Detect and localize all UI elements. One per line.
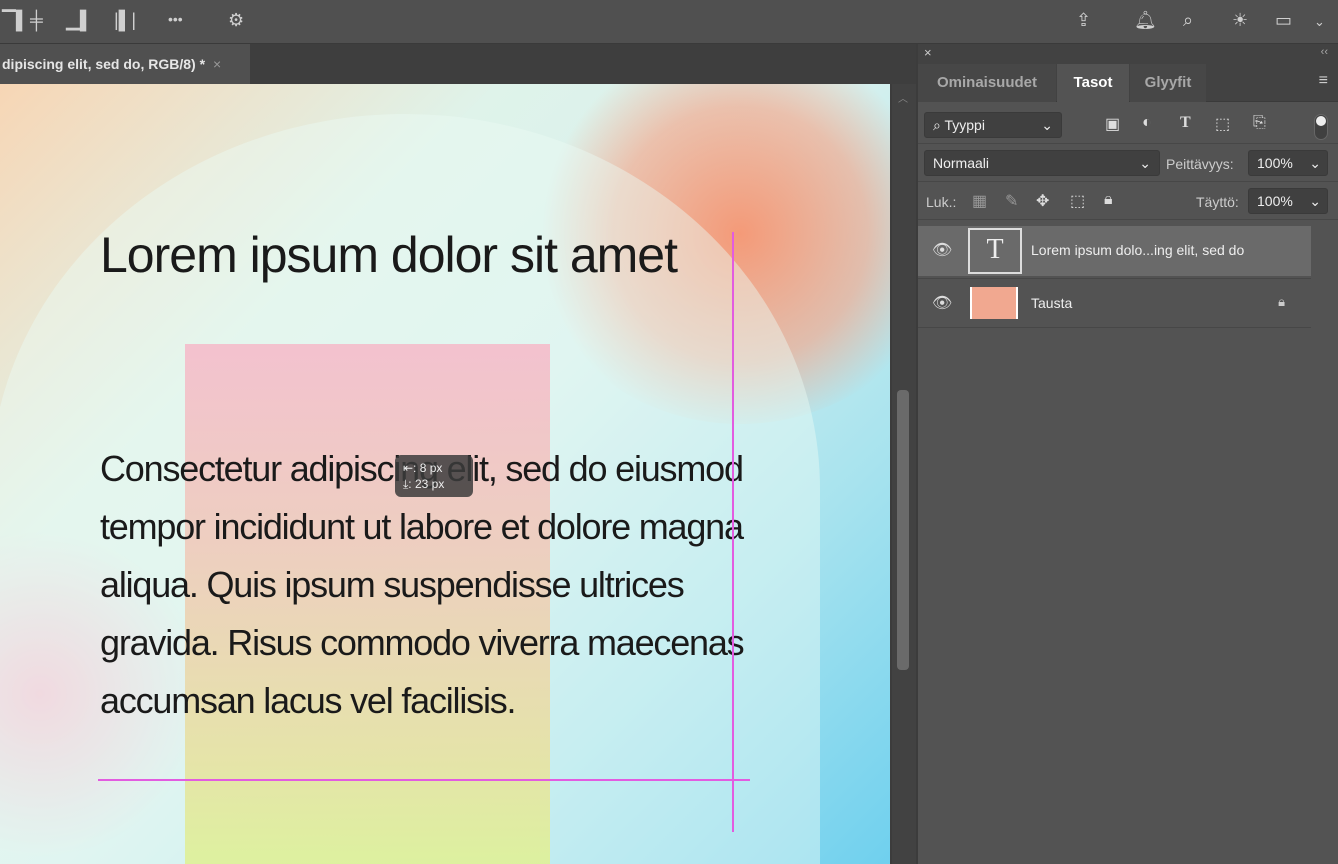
chevron-down-icon[interactable]: ⌄ <box>1314 14 1325 30</box>
filter-value: Tyyppi <box>944 117 984 133</box>
close-panel-button[interactable]: × <box>924 45 932 60</box>
document-canvas[interactable]: Lorem ipsum dolor sit amet Consectetur a… <box>0 84 890 864</box>
chevron-down-icon: ⌄ <box>1041 113 1053 137</box>
chevron-down-icon: ⌄ <box>1139 151 1151 175</box>
fill-input[interactable]: 100% ⌄ <box>1248 188 1328 214</box>
lock-label: Luk.: <box>926 194 956 210</box>
shape-layer-filter-icon[interactable]: ⬚ <box>1215 114 1230 134</box>
tab-properties[interactable]: Ominaisuudet <box>918 64 1056 102</box>
align-bottom-icon[interactable]: ▁▌ <box>66 10 93 31</box>
layer-row-background[interactable]: 👁︎ Tausta 🔒︎ <box>918 278 1311 328</box>
scroll-up-icon[interactable]: ︿ <box>898 90 908 105</box>
smart-guide-horizontal <box>98 779 750 781</box>
document-tab[interactable]: dipiscing elit, sed do, RGB/8) * × <box>0 44 250 84</box>
align-top-icon[interactable]: ▔▌ <box>2 10 29 31</box>
blend-mode-value: Normaali <box>933 155 989 171</box>
smart-guide-vertical <box>732 232 734 832</box>
measure-vertical: ⤓: 23 px <box>403 476 465 492</box>
document-tab-title: dipiscing elit, sed do, RGB/8) * <box>2 56 205 72</box>
workspace-icon[interactable]: ▭ <box>1275 10 1292 31</box>
panel-menu-icon[interactable]: ≡ <box>1319 72 1328 90</box>
collapse-panel-button[interactable]: ‹‹ <box>1321 46 1328 58</box>
fill-value: 100% <box>1257 193 1293 209</box>
layer-filter-select[interactable]: ⌕ Tyyppi ⌄ <box>924 112 1062 138</box>
more-options-button[interactable]: ••• <box>168 11 183 27</box>
adjustment-layer-filter-icon[interactable]: ◐ <box>1142 114 1152 132</box>
options-bar: ▔▌ ╪ ▁▌ |▌| ••• ⚙ ⇪ 🔔︎ ⌕ ☀ ▭ ⌄ <box>0 0 1338 44</box>
document-tab-bar: dipiscing elit, sed do, RGB/8) * × <box>0 44 916 84</box>
type-layer-filter-icon[interactable]: T <box>1180 114 1191 132</box>
layer-name[interactable]: Lorem ipsum dolo...ing elit, sed do <box>1031 242 1244 258</box>
lightbulb-icon[interactable]: ☀ <box>1232 10 1248 31</box>
headline-text[interactable]: Lorem ipsum dolor sit amet <box>100 224 720 286</box>
layer-thumbnail: T <box>968 228 1022 274</box>
chevron-down-icon[interactable]: ⌄ <box>1309 151 1321 175</box>
opacity-input[interactable]: 100% ⌄ <box>1248 150 1328 176</box>
gear-icon[interactable]: ⚙ <box>228 10 244 31</box>
layers-panel: × ‹‹ Ominaisuudet Tasot Glyyfit ≡ ⌕ Tyyp… <box>918 44 1338 864</box>
lock-image-pixels-icon[interactable]: ✎ <box>1005 191 1018 211</box>
pixel-layer-filter-icon[interactable]: ▣ <box>1105 114 1120 134</box>
opacity-label: Peittävyys: <box>1166 156 1234 172</box>
chevron-down-icon[interactable]: ⌄ <box>1309 189 1321 213</box>
lock-transparency-icon[interactable]: ▦ <box>972 191 987 211</box>
layer-row-text[interactable]: 👁︎ T Lorem ipsum dolo...ing elit, sed do <box>918 226 1311 276</box>
opacity-value: 100% <box>1257 155 1293 171</box>
lock-icon: 🔒︎ <box>1278 294 1285 310</box>
filter-toggle[interactable] <box>1314 114 1328 140</box>
visibility-eye-icon[interactable]: 👁︎ <box>932 293 952 313</box>
share-icon[interactable]: ⇪ <box>1076 10 1091 31</box>
distribute-icon[interactable]: |▌| <box>114 10 136 31</box>
lock-all-icon[interactable]: 🔒︎ <box>1104 191 1113 209</box>
search-icon[interactable]: ⌕ <box>1183 10 1193 31</box>
tab-glyphs[interactable]: Glyyfit <box>1130 64 1206 102</box>
close-tab-button[interactable]: × <box>213 56 221 72</box>
measure-horizontal: ⇤: 8 px <box>403 460 465 476</box>
layer-thumbnail <box>970 287 1018 319</box>
vertical-scrollbar[interactable]: ︿ <box>892 84 916 864</box>
fill-label: Täyttö: <box>1196 194 1239 210</box>
lock-artboard-icon[interactable]: ⬚ <box>1070 191 1085 211</box>
tab-layers[interactable]: Tasot <box>1057 64 1129 102</box>
bell-icon[interactable]: 🔔︎ <box>1134 10 1157 31</box>
blend-mode-select[interactable]: Normaali ⌄ <box>924 150 1160 176</box>
align-vertical-center-icon[interactable]: ╪ <box>30 10 43 31</box>
lock-position-icon[interactable]: ✥ <box>1036 191 1049 211</box>
visibility-eye-icon[interactable]: 👁︎ <box>932 240 952 260</box>
search-icon: ⌕ <box>933 117 941 133</box>
smart-object-filter-icon[interactable]: ⎘ <box>1253 114 1266 132</box>
scrollbar-thumb[interactable] <box>897 390 909 670</box>
measurement-tooltip: ⇤: 8 px ⤓: 23 px <box>395 455 473 497</box>
layer-name[interactable]: Tausta <box>1031 295 1072 311</box>
